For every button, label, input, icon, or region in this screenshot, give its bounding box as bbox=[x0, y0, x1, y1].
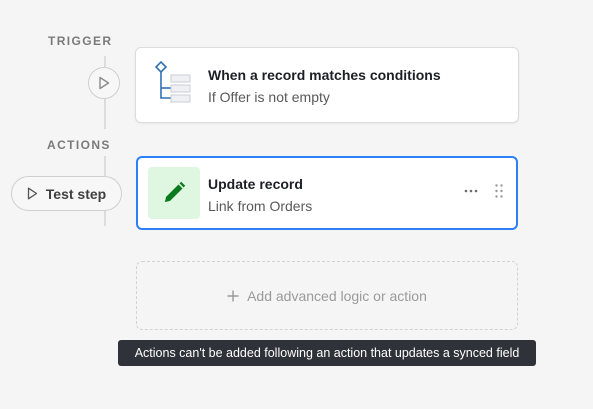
plus-icon bbox=[227, 290, 239, 301]
update-record-card[interactable]: Update record Link from Orders bbox=[136, 156, 518, 230]
trigger-subtitle: If Offer is not empty bbox=[208, 89, 330, 105]
rail-segment bbox=[104, 156, 106, 176]
actions-section-label: ACTIONS bbox=[47, 138, 111, 152]
play-icon bbox=[99, 76, 110, 90]
pencil-icon-tile bbox=[148, 167, 200, 219]
more-options-icon[interactable] bbox=[464, 184, 478, 198]
action-subtitle: Link from Orders bbox=[208, 198, 313, 214]
drag-handle-icon[interactable] bbox=[494, 183, 504, 199]
rail-segment bbox=[104, 56, 106, 67]
conditions-tree-icon bbox=[154, 61, 191, 103]
test-step-button[interactable]: Test step bbox=[11, 176, 122, 211]
disabled-action-tooltip: Actions can't be added following an acti… bbox=[118, 340, 536, 366]
test-trigger-button[interactable] bbox=[88, 67, 120, 99]
pencil-icon bbox=[165, 181, 186, 202]
trigger-card[interactable]: When a record matches conditions If Offe… bbox=[135, 47, 519, 123]
add-action-button[interactable]: Add advanced logic or action bbox=[136, 261, 518, 330]
rail-segment bbox=[104, 99, 106, 129]
add-action-label: Add advanced logic or action bbox=[247, 287, 427, 304]
action-title: Update record bbox=[208, 176, 303, 192]
trigger-title: When a record matches conditions bbox=[208, 67, 441, 83]
test-step-label: Test step bbox=[45, 185, 107, 202]
play-icon bbox=[27, 187, 37, 200]
automation-builder: TRIGGER ACTIONS Test step When a record … bbox=[0, 0, 593, 409]
trigger-section-label: TRIGGER bbox=[48, 34, 113, 48]
rail-segment bbox=[104, 211, 106, 226]
